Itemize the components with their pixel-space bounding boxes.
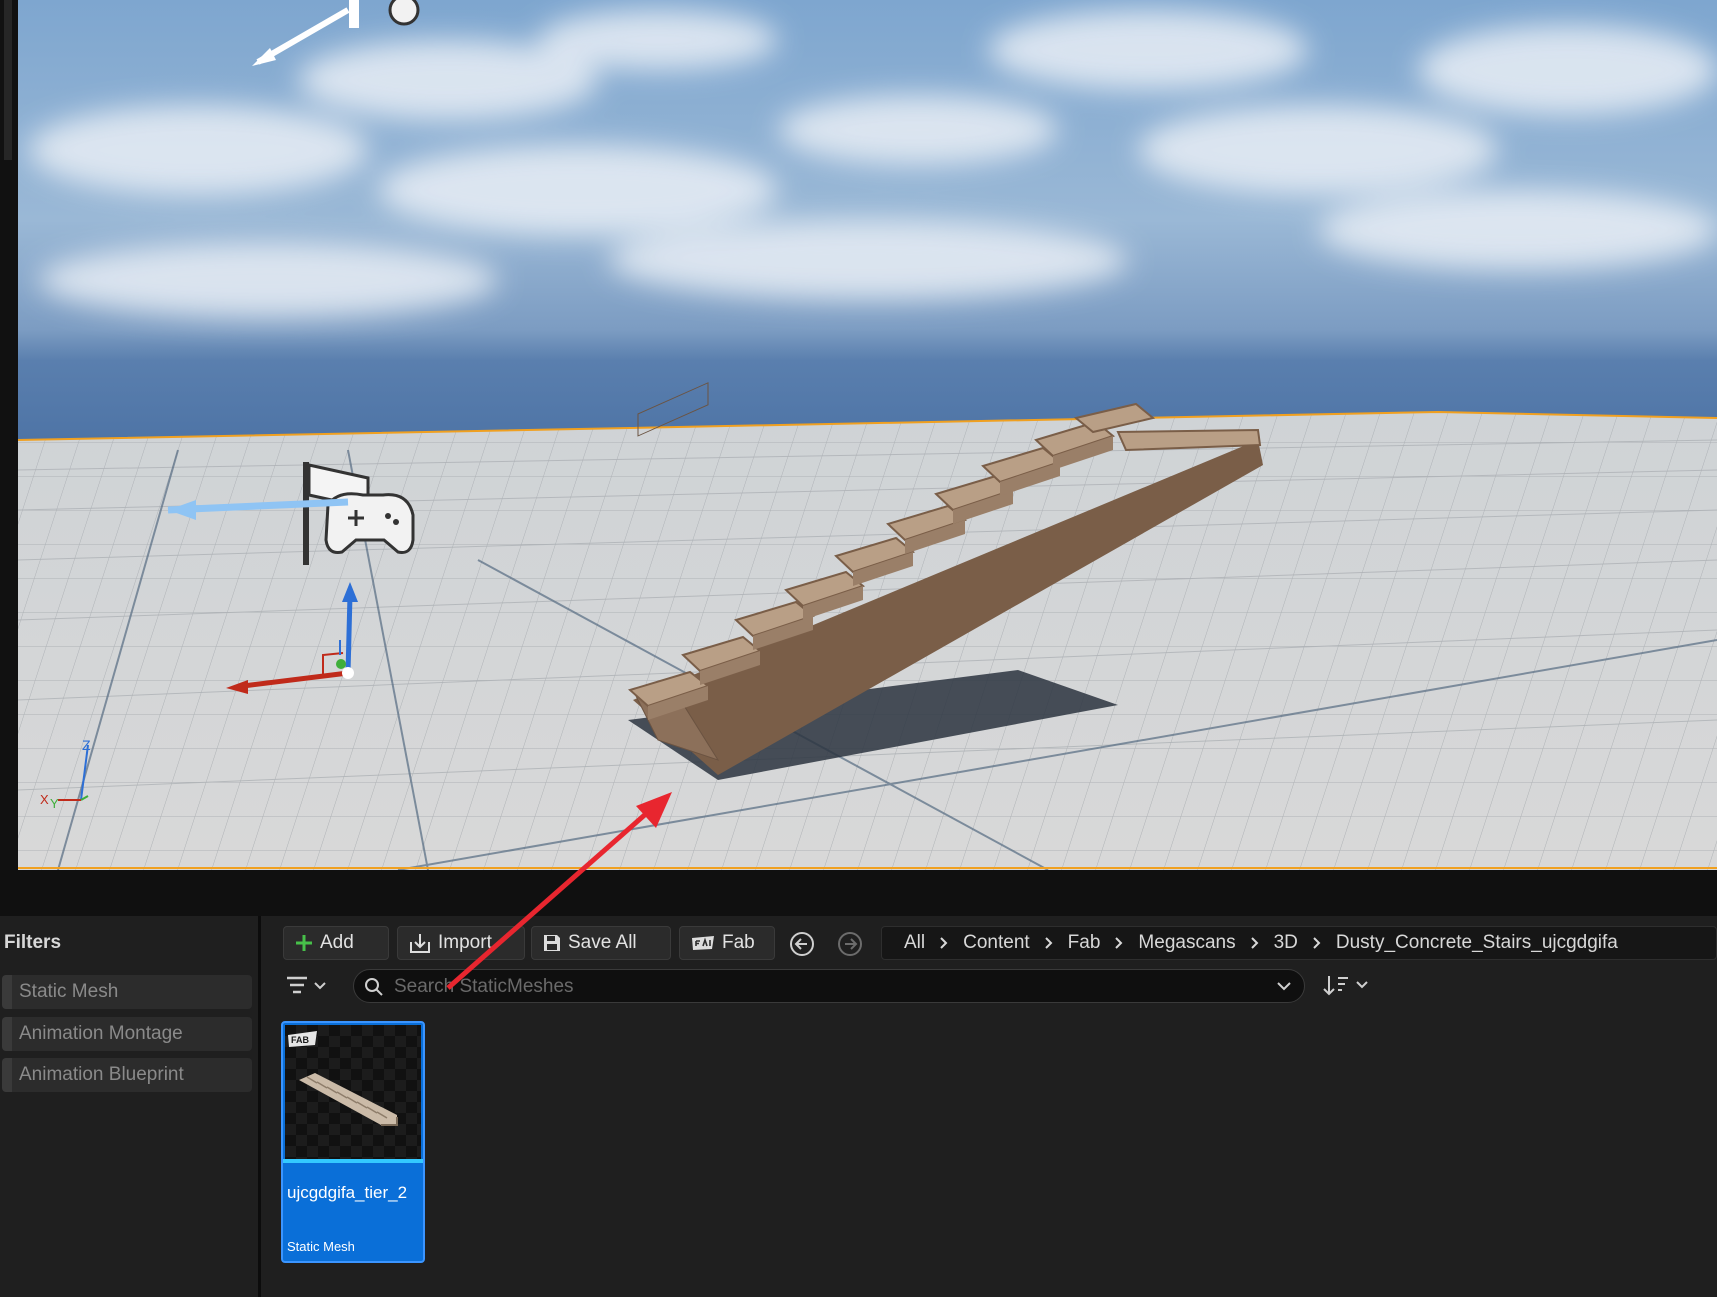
axis-y-label: Y bbox=[50, 796, 59, 811]
fab-badge-icon: FAB bbox=[288, 1031, 317, 1047]
chevron-down-icon[interactable] bbox=[1276, 980, 1292, 992]
panel-separator bbox=[0, 870, 1717, 916]
filter-chip-static-mesh[interactable]: Static Mesh bbox=[2, 975, 252, 1009]
filter-chip-animation-montage[interactable]: Animation Montage bbox=[2, 1017, 252, 1051]
filters-title: Filters bbox=[4, 932, 62, 953]
svg-text:FAB: FAB bbox=[291, 1035, 310, 1045]
breadcrumb-item-fab[interactable]: Fab bbox=[1068, 932, 1101, 954]
filter-chip-label: Animation Blueprint bbox=[19, 1064, 184, 1085]
asset-thumbnail: FAB bbox=[285, 1025, 421, 1159]
fab-icon bbox=[692, 936, 714, 950]
filter-icon bbox=[287, 976, 307, 994]
chevron-right-icon bbox=[1250, 936, 1260, 950]
forward-arrow-icon[interactable] bbox=[837, 931, 863, 957]
viewport-scene[interactable]: Z X Y bbox=[18, 0, 1717, 870]
breadcrumb: All Content Fab Megascans 3D Dusty_Concr… bbox=[881, 926, 1717, 960]
chevron-right-icon bbox=[1044, 936, 1054, 950]
search-box[interactable] bbox=[353, 969, 1305, 1003]
sort-icon bbox=[1323, 976, 1348, 996]
asset-type-color-strip bbox=[283, 1159, 423, 1163]
plus-icon bbox=[296, 935, 312, 951]
filter-chip-animation-blueprint[interactable]: Animation Blueprint bbox=[2, 1058, 252, 1092]
chevron-right-icon bbox=[1114, 936, 1124, 950]
breadcrumb-item-all[interactable]: All bbox=[904, 932, 925, 954]
filter-chip-label: Animation Montage bbox=[19, 1023, 183, 1044]
fab-button-label: Fab bbox=[722, 932, 755, 953]
chevron-right-icon bbox=[939, 936, 949, 950]
fab-button[interactable]: Fab bbox=[679, 926, 775, 960]
import-button-label: Import bbox=[438, 932, 492, 953]
search-icon bbox=[365, 978, 383, 996]
chevron-right-icon bbox=[1312, 936, 1322, 950]
breadcrumb-item-3d[interactable]: 3D bbox=[1274, 932, 1298, 954]
save-icon bbox=[544, 935, 560, 951]
asset-tile[interactable]: FAB ujcgdgifa_tier_2 Static Mesh bbox=[281, 1021, 425, 1263]
save-all-button[interactable]: Save All bbox=[531, 926, 671, 960]
filters-panel: Filters Static Mesh Animation Montage An… bbox=[0, 916, 261, 1297]
breadcrumb-item-dusty-concrete-stairs[interactable]: Dusty_Concrete_Stairs_ujcgdgifa bbox=[1336, 932, 1618, 954]
stairs-thumbnail bbox=[299, 1073, 398, 1126]
search-input[interactable] bbox=[392, 975, 1256, 999]
import-icon bbox=[410, 934, 430, 953]
back-arrow-icon[interactable] bbox=[789, 931, 815, 957]
asset-name: ujcgdgifa_tier_2 bbox=[287, 1183, 408, 1202]
axis-z-label: Z bbox=[82, 737, 91, 753]
add-button-label: Add bbox=[320, 932, 354, 953]
import-button[interactable]: Import bbox=[397, 926, 525, 960]
level-viewport[interactable]: Z X Y bbox=[0, 0, 1717, 870]
filter-chip-label: Static Mesh bbox=[19, 981, 119, 1002]
asset-type-label: Static Mesh bbox=[287, 1239, 355, 1254]
content-browser: Add Import Save All Fab All Content Fab … bbox=[261, 916, 1717, 1297]
add-button[interactable]: Add bbox=[283, 926, 389, 960]
viewport-left-edge bbox=[0, 0, 18, 870]
axis-x-label: X bbox=[40, 792, 49, 807]
breadcrumb-item-content[interactable]: Content bbox=[963, 932, 1030, 954]
filter-menu-button[interactable] bbox=[283, 970, 331, 1000]
save-all-button-label: Save All bbox=[568, 932, 637, 953]
breadcrumb-item-megascans[interactable]: Megascans bbox=[1138, 932, 1235, 954]
sort-button[interactable] bbox=[1321, 970, 1377, 1000]
